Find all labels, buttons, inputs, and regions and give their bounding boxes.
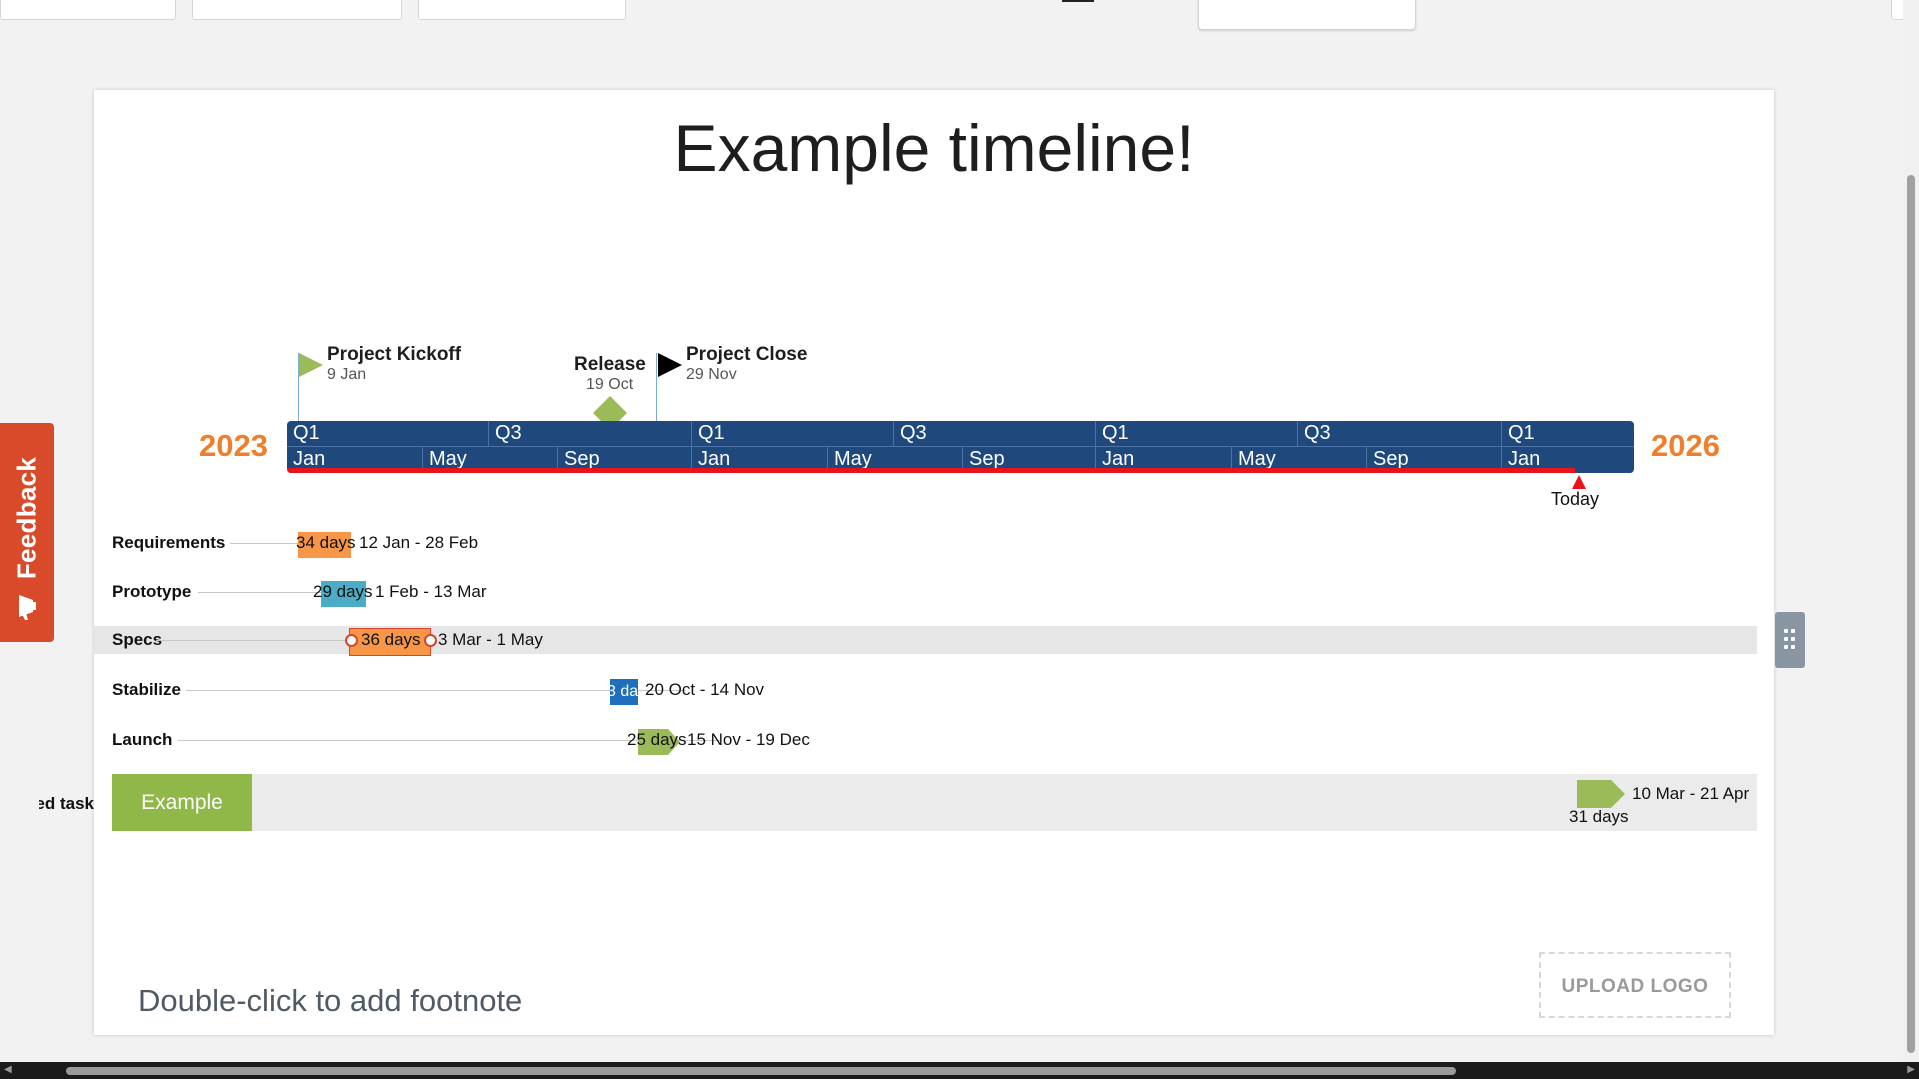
milestone-date: 29 Nov	[686, 366, 737, 383]
scroll-right-icon[interactable]: ▶	[1907, 1064, 1915, 1075]
horizontal-scrollbar[interactable]: ◀ ▶	[0, 1062, 1919, 1079]
year-end[interactable]: 2026	[1651, 428, 1720, 464]
milestone-title[interactable]: Release	[574, 354, 646, 376]
side-drag-handle[interactable]	[1775, 612, 1805, 668]
scroll-left-icon[interactable]: ◀	[4, 1064, 12, 1075]
elapsed-progress-bar	[287, 468, 1575, 473]
toolbar-tab-3[interactable]	[418, 0, 626, 20]
quarter-tick: Q3	[893, 421, 1095, 446]
milestone-date: 19 Oct	[586, 376, 634, 393]
task-duration: 29 days	[313, 582, 373, 601]
task-leader-line	[156, 640, 346, 641]
handle-grip-dot	[1791, 645, 1795, 649]
task-dates: 20 Oct - 14 Nov	[645, 680, 765, 699]
toolbar-tab-1[interactable]	[0, 0, 176, 20]
task-dates: 12 Jan - 28 Feb	[359, 533, 479, 552]
swimlane-side-label: ed task	[39, 794, 94, 813]
time-scale[interactable]: Q1 Q3 Q1 Q3 Q1 Q3 Q1 Jan May Sep Jan May…	[287, 421, 1634, 473]
handle-grip-dot	[1784, 645, 1788, 649]
task-leader-line	[230, 543, 300, 544]
today-label: Today	[1551, 489, 1600, 509]
toolbar-glyph-icon[interactable]	[1062, 0, 1094, 2]
task-row[interactable]: Requirements 34 days 12 Jan - 28 Feb	[94, 529, 1757, 558]
year-start[interactable]: 2023	[199, 428, 268, 464]
toolbar-dropdown[interactable]	[1198, 0, 1416, 30]
quarter-tick: Q1	[691, 421, 893, 446]
task-bar[interactable]: 3 days	[610, 679, 638, 705]
example-task-dates: 10 Mar - 21 Apr	[1632, 784, 1750, 803]
resize-handle-left[interactable]	[345, 634, 358, 647]
resize-handle-right[interactable]	[424, 634, 437, 647]
feedback-label: Feedback	[11, 456, 42, 580]
megaphone-icon	[19, 595, 36, 620]
example-button[interactable]: Example	[112, 774, 252, 831]
task-row[interactable]: Launch 25 days 15 Nov - 19 Dec	[94, 726, 1757, 755]
quarter-tick: Q1	[1095, 421, 1297, 446]
horizontal-scrollbar-thumb[interactable]	[66, 1067, 1456, 1075]
task-label[interactable]: Requirements	[112, 533, 225, 553]
vertical-scrollbar[interactable]	[1903, 0, 1919, 1062]
task-label[interactable]: Launch	[112, 730, 172, 750]
timeline-slide[interactable]: Example timeline! Project Kickoff 9 Jan …	[94, 90, 1774, 1035]
quarter-tick: Q3	[1297, 421, 1501, 446]
task-duration: 36 days	[361, 630, 421, 649]
today-marker-icon	[1572, 475, 1586, 489]
handle-grip-dot	[1784, 637, 1788, 641]
feedback-tab[interactable]: Feedback	[0, 423, 54, 642]
footnote-placeholder[interactable]: Double-click to add footnote	[138, 983, 522, 1019]
task-dates: 3 Mar - 1 May	[438, 630, 543, 649]
example-task-duration: 31 days	[1569, 807, 1629, 826]
quarter-tick: Q1	[293, 422, 320, 444]
example-swimlane[interactable]: Example 10 Mar - 21 Apr 31 days	[112, 774, 1757, 831]
handle-grip-dot	[1784, 629, 1788, 633]
quarter-tick: Q1	[1501, 421, 1634, 446]
task-row-selected[interactable]: Specs 36 days 3 Mar - 1 May	[94, 626, 1757, 655]
upload-logo-button[interactable]: UPLOAD LOGO	[1539, 952, 1731, 1018]
example-task-bar[interactable]	[1577, 780, 1625, 808]
task-row[interactable]: Prototype 29 days 1 Feb - 13 Mar	[94, 578, 1757, 607]
green-flag-icon[interactable]	[299, 353, 325, 377]
task-dates: 1 Feb - 13 Mar	[375, 582, 487, 601]
black-flag-icon[interactable]	[658, 353, 684, 377]
task-duration: 34 days	[296, 533, 356, 552]
task-label[interactable]: Prototype	[112, 582, 191, 602]
handle-grip-dot	[1791, 637, 1795, 641]
task-duration: 25 days	[627, 730, 687, 749]
slide-title[interactable]: Example timeline!	[94, 110, 1774, 186]
quarter-tick: Q3	[488, 421, 691, 446]
milestone-date: 9 Jan	[327, 366, 367, 383]
task-row[interactable]: Stabilize 3 days 20 Oct - 14 Nov	[94, 676, 1757, 705]
milestone-title[interactable]: Project Close	[686, 344, 807, 366]
task-label[interactable]: Specs	[112, 630, 162, 650]
vertical-scrollbar-thumb[interactable]	[1907, 175, 1915, 1053]
task-label[interactable]: Stabilize	[112, 680, 181, 700]
milestone-stem	[656, 353, 657, 421]
milestone-title[interactable]: Project Kickoff	[327, 344, 461, 366]
toolbar-tab-2[interactable]	[192, 0, 402, 20]
task-leader-line	[198, 592, 322, 593]
task-duration-clipped: 3 days	[610, 683, 638, 700]
task-dates: 15 Nov - 19 Dec	[687, 730, 810, 749]
handle-grip-dot	[1791, 629, 1795, 633]
